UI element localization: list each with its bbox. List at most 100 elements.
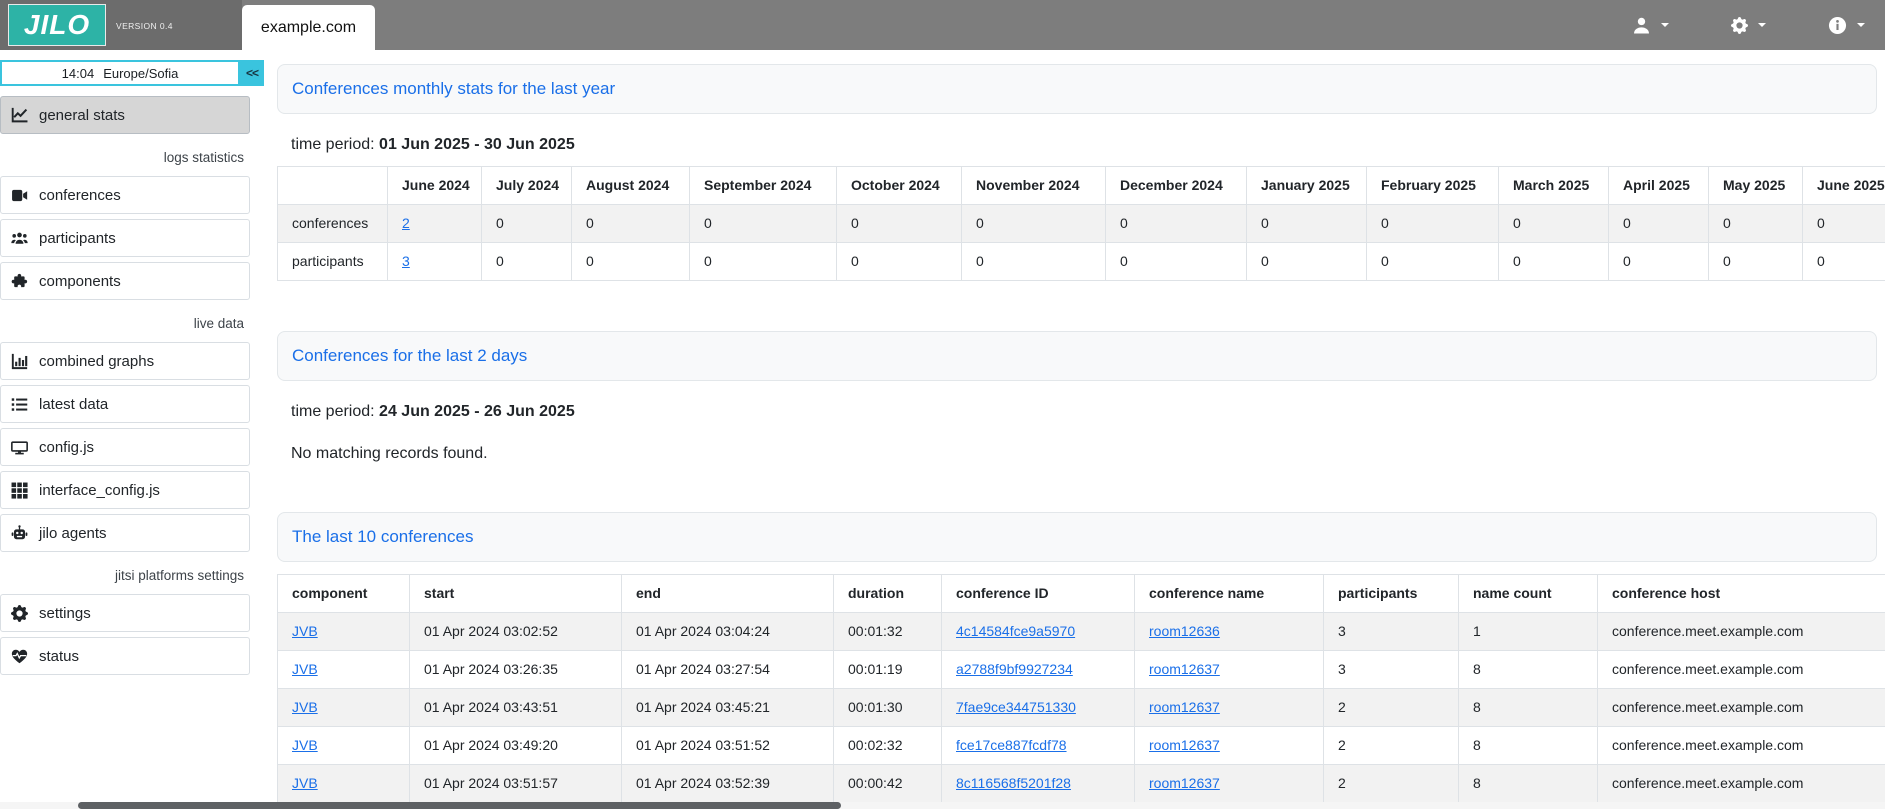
recent-time-period: time period: 24 Jun 2025 - 26 Jun 2025 bbox=[291, 403, 1877, 421]
column-header-august-2024: August 2024 bbox=[572, 167, 690, 205]
sidebar-item-components[interactable]: components bbox=[0, 262, 250, 300]
caret-down-icon bbox=[1857, 23, 1865, 27]
user-menu-dropdown[interactable] bbox=[1626, 12, 1675, 39]
gear-icon bbox=[10, 604, 28, 622]
table-cell: 0 bbox=[1367, 205, 1499, 243]
sidebar-menu: general statslogs statisticsconferencesp… bbox=[0, 96, 258, 675]
clock-row: 14:04 Europe/Sofia << bbox=[0, 60, 264, 86]
table-cell: 2 bbox=[1324, 727, 1459, 765]
table-cell: 0 bbox=[1247, 243, 1367, 281]
clock-timezone: Europe/Sofia bbox=[103, 66, 178, 81]
column-header-conference-name: conference name bbox=[1135, 575, 1324, 613]
sidebar-item-combined-graphs[interactable]: combined graphs bbox=[0, 342, 250, 380]
table-cell: 8c116568f5201f28 bbox=[942, 765, 1135, 803]
table-link[interactable]: 3 bbox=[402, 253, 410, 269]
top-bar-brand-area: JILO VERSION 0.4 bbox=[0, 0, 242, 50]
table-cell: 0 bbox=[1499, 205, 1609, 243]
settings-menu-dropdown[interactable] bbox=[1725, 13, 1772, 38]
clock-time: 14:04 bbox=[62, 66, 95, 81]
table-row: JVB01 Apr 2024 03:49:2001 Apr 2024 03:51… bbox=[278, 727, 1885, 765]
info-menu-dropdown[interactable] bbox=[1822, 12, 1871, 39]
table-cell: conference.meet.example.com bbox=[1598, 765, 1885, 803]
table-cell: 00:00:42 bbox=[834, 765, 942, 803]
sidebar-item-label: combined graphs bbox=[39, 353, 154, 370]
table-row: conferences2000000000000 bbox=[278, 205, 1885, 243]
table-link[interactable]: fce17ce887fcdf78 bbox=[956, 737, 1067, 753]
table-cell: 7fae9ce344751330 bbox=[942, 689, 1135, 727]
sidebar-item-conferences[interactable]: conferences bbox=[0, 176, 250, 214]
column-header-september-2024: September 2024 bbox=[690, 167, 837, 205]
table-link[interactable]: 7fae9ce344751330 bbox=[956, 699, 1076, 715]
table-link[interactable]: 8c116568f5201f28 bbox=[956, 775, 1071, 791]
sidebar-item-general-stats[interactable]: general stats bbox=[0, 96, 250, 134]
monthly-stats-table: June 2024July 2024August 2024September 2… bbox=[277, 166, 1885, 281]
users-icon bbox=[10, 229, 28, 247]
caret-down-icon bbox=[1661, 23, 1669, 27]
sidebar-collapse-button[interactable]: << bbox=[240, 60, 264, 86]
table-link[interactable]: JVB bbox=[292, 623, 318, 639]
table-cell: JVB bbox=[278, 651, 410, 689]
table-cell: conferences bbox=[278, 205, 388, 243]
sidebar: 14:04 Europe/Sofia << general statslogs … bbox=[0, 50, 258, 809]
column-header-january-2025: January 2025 bbox=[1247, 167, 1367, 205]
table-link[interactable]: JVB bbox=[292, 737, 318, 753]
table-cell: 4c14584fce9a5970 bbox=[942, 613, 1135, 651]
sidebar-item-settings[interactable]: settings bbox=[0, 594, 250, 632]
table-link[interactable]: room12637 bbox=[1149, 775, 1220, 791]
table-link[interactable]: room12636 bbox=[1149, 623, 1220, 639]
platform-tab-label: example.com bbox=[261, 19, 356, 37]
card-last-2-days-header[interactable]: Conferences for the last 2 days bbox=[277, 331, 1877, 381]
horizontal-scrollbar-thumb[interactable] bbox=[78, 802, 841, 809]
table-cell: 0 bbox=[962, 205, 1106, 243]
chart-line-icon bbox=[10, 106, 28, 124]
table-row: JVB01 Apr 2024 03:51:5701 Apr 2024 03:52… bbox=[278, 765, 1885, 803]
platform-tab[interactable]: example.com bbox=[242, 5, 375, 50]
sidebar-item-label: general stats bbox=[39, 107, 125, 124]
sidebar-item-participants[interactable]: participants bbox=[0, 219, 250, 257]
table-cell: 0 bbox=[1709, 205, 1803, 243]
table-cell: 0 bbox=[1609, 205, 1709, 243]
column-header-start: start bbox=[410, 575, 622, 613]
table-cell: room12637 bbox=[1135, 689, 1324, 727]
table-cell: 00:01:32 bbox=[834, 613, 942, 651]
monthly-time-period: time period: 01 Jun 2025 - 30 Jun 2025 bbox=[291, 136, 1877, 154]
table-link[interactable]: room12637 bbox=[1149, 699, 1220, 715]
table-link[interactable]: room12637 bbox=[1149, 661, 1220, 677]
table-cell: 0 bbox=[1709, 243, 1803, 281]
gear-icon bbox=[1731, 17, 1748, 34]
column-header-conference-id: conference ID bbox=[942, 575, 1135, 613]
table-link[interactable]: JVB bbox=[292, 699, 318, 715]
table-link[interactable]: 2 bbox=[402, 215, 410, 231]
table-link[interactable]: 4c14584fce9a5970 bbox=[956, 623, 1075, 639]
table-link[interactable]: JVB bbox=[292, 661, 318, 677]
sidebar-item-jilo-agents[interactable]: jilo agents bbox=[0, 514, 250, 552]
column-header-participants: participants bbox=[1324, 575, 1459, 613]
bar-chart-icon bbox=[10, 352, 28, 370]
table-cell: a2788f9bf9927234 bbox=[942, 651, 1135, 689]
table-cell: conference.meet.example.com bbox=[1598, 613, 1885, 651]
table-cell: 0 bbox=[690, 243, 837, 281]
jilo-logo: JILO bbox=[8, 4, 106, 46]
sidebar-item-latest-data[interactable]: latest data bbox=[0, 385, 250, 423]
table-cell: room12636 bbox=[1135, 613, 1324, 651]
card-monthly-stats-header[interactable]: Conferences monthly stats for the last y… bbox=[277, 64, 1877, 114]
sidebar-item-label: interface_config.js bbox=[39, 482, 160, 499]
table-cell: 0 bbox=[962, 243, 1106, 281]
table-cell: 8 bbox=[1459, 689, 1598, 727]
table-cell: 0 bbox=[1106, 243, 1247, 281]
last-conferences-table: componentstartenddurationconference IDco… bbox=[277, 574, 1885, 803]
sidebar-item-status[interactable]: status bbox=[0, 637, 250, 675]
table-cell: fce17ce887fcdf78 bbox=[942, 727, 1135, 765]
table-link[interactable]: JVB bbox=[292, 775, 318, 791]
table-cell: 8 bbox=[1459, 765, 1598, 803]
sidebar-item-config-js[interactable]: config.js bbox=[0, 428, 250, 466]
table-cell: 3 bbox=[1324, 651, 1459, 689]
table-cell: room12637 bbox=[1135, 651, 1324, 689]
card-last-10-conferences-header[interactable]: The last 10 conferences bbox=[277, 512, 1877, 562]
table-link[interactable]: a2788f9bf9927234 bbox=[956, 661, 1073, 677]
table-cell: JVB bbox=[278, 727, 410, 765]
table-cell: 1 bbox=[1459, 613, 1598, 651]
sidebar-item-interface-config-js[interactable]: interface_config.js bbox=[0, 471, 250, 509]
table-cell: 01 Apr 2024 03:02:52 bbox=[410, 613, 622, 651]
table-link[interactable]: room12637 bbox=[1149, 737, 1220, 753]
